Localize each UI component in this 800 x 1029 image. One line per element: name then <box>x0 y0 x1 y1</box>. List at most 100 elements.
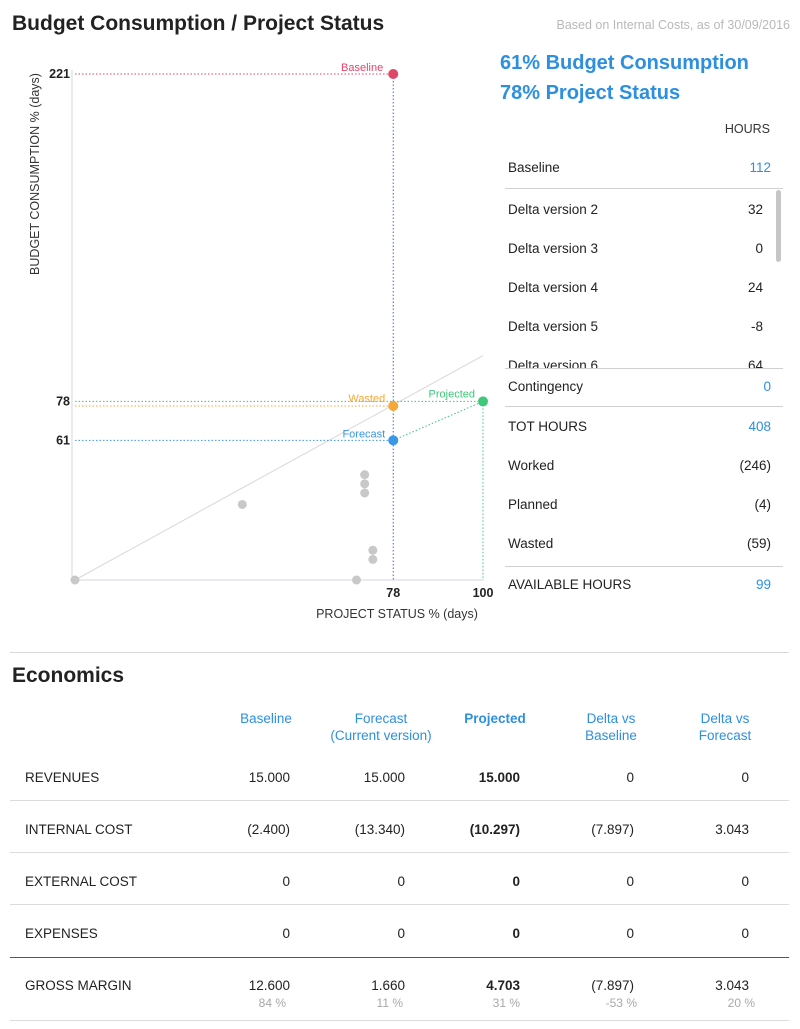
hours-value: 0 <box>763 379 771 394</box>
history-point <box>360 479 370 489</box>
hours-value: (4) <box>754 497 772 512</box>
hours-value: 32 <box>747 202 763 217</box>
economics-cell: 15.000 <box>478 770 520 785</box>
hours-value: 99 <box>755 577 771 592</box>
hours-label: Delta version 3 <box>508 241 599 256</box>
economics-row-label: REVENUES <box>25 770 100 785</box>
economics-cell: 0 <box>626 874 634 889</box>
x-axis-label: PROJECT STATUS % (days) <box>316 607 478 621</box>
hours-label: Contingency <box>508 379 584 394</box>
column-header-line: Baseline <box>585 728 637 743</box>
column-header-line: Forecast <box>698 728 752 743</box>
column-header-line: Delta vs <box>586 711 636 726</box>
divider <box>10 904 789 905</box>
economics-cell: 0 <box>741 926 749 941</box>
hours-value: 24 <box>747 280 763 295</box>
divider <box>505 406 783 407</box>
divider <box>505 566 783 567</box>
economics-cell: (13.340) <box>354 822 405 837</box>
column-header-delta-baseline: Delta vs Baseline <box>566 710 656 744</box>
column-header-line: Forecast <box>354 711 408 726</box>
economics-cell: 4.703 <box>486 978 520 993</box>
column-header-line: Baseline <box>240 711 292 726</box>
divider <box>10 957 789 958</box>
economics-percent: 84 % <box>258 996 286 1010</box>
delta-list-scrollbar[interactable] <box>776 190 781 262</box>
economics-cell: 0 <box>282 874 290 889</box>
hours-value: 0 <box>755 241 763 256</box>
forecast-to-projected-guide <box>393 400 484 441</box>
budget-consumption-headline: 61% Budget Consumption <box>500 52 749 74</box>
economics-cell: 0 <box>397 874 405 889</box>
economics-percent: -53 % <box>605 996 637 1010</box>
column-header-projected: Projected <box>450 710 540 727</box>
y-tick-label: 78 <box>56 394 70 408</box>
column-header-line: Delta vs <box>700 711 750 726</box>
history-point <box>352 575 362 585</box>
economics-cell: 0 <box>741 770 749 785</box>
economics-cell: 0 <box>512 874 520 889</box>
y-tick-label: 221 <box>49 67 70 81</box>
hours-label: Planned <box>508 497 558 512</box>
economics-cell: 0 <box>397 926 405 941</box>
hours-value: 408 <box>748 419 771 434</box>
economics-cell: (2.400) <box>247 822 290 837</box>
column-header-delta-forecast: Delta vs Forecast <box>680 710 770 744</box>
hours-value: -8 <box>750 319 763 334</box>
budget-status-chart: Baseline Wasted Projected Forecast 221 78 61 78… <box>28 62 494 621</box>
hours-label: TOT HOURS <box>508 419 588 434</box>
history-point <box>70 575 80 585</box>
hours-label: Delta version 2 <box>508 202 599 217</box>
column-header-forecast: Forecast (Current version) <box>316 710 446 744</box>
point-label-baseline: Baseline <box>341 62 383 74</box>
economics-row-label: EXTERNAL COST <box>25 874 138 889</box>
divider <box>10 1020 789 1021</box>
economics-cell: 1.660 <box>371 978 405 993</box>
divider <box>10 852 789 853</box>
history-point <box>237 499 247 509</box>
hours-column-header: HOURS <box>724 122 770 136</box>
economics-cell: 3.043 <box>715 822 749 837</box>
history-point <box>368 545 378 555</box>
economics-title: Economics <box>12 664 125 687</box>
x-tick-label: 78 <box>386 586 400 600</box>
economics-percent: 11 % <box>376 996 403 1010</box>
divider <box>505 188 783 189</box>
point-label-forecast: Forecast <box>342 428 385 440</box>
project-status-headline: 78% Project Status <box>500 82 681 104</box>
hours-label: Delta version 4 <box>508 280 599 295</box>
column-header-line: Projected <box>464 711 526 726</box>
economics-cell: (7.897) <box>591 978 634 993</box>
economics-percent: 31 % <box>492 996 520 1010</box>
economics-row-label: EXPENSES <box>25 926 98 941</box>
delta-versions-list[interactable]: Delta version 2 32 Delta version 3 0 Del… <box>505 190 783 368</box>
section-divider <box>10 652 789 653</box>
economics-cell: 3.043 <box>715 978 749 993</box>
page-subtitle: Based on Internal Costs, as of 30/09/201… <box>556 18 791 32</box>
economics-cell: 0 <box>512 926 520 941</box>
hours-value: (246) <box>739 458 771 473</box>
history-point <box>360 488 370 498</box>
divider <box>505 368 783 369</box>
economics-row-label: GROSS MARGIN <box>25 978 132 993</box>
economics-cell: 15.000 <box>248 770 290 785</box>
divider <box>10 800 789 801</box>
economics-row-label: INTERNAL COST <box>25 822 133 837</box>
point-projected <box>478 396 488 407</box>
economics-cell: (10.297) <box>469 822 520 837</box>
hours-label: Delta version 5 <box>508 319 599 334</box>
hours-label: Worked <box>508 458 555 473</box>
hours-value: (59) <box>746 536 771 551</box>
chart-frame <box>71 70 484 581</box>
economics-cell: (7.897) <box>591 822 634 837</box>
economics-percent: 20 % <box>727 996 755 1010</box>
x-tick-label: 100 <box>473 586 494 600</box>
hours-value: 64 <box>747 358 763 368</box>
hours-label: AVAILABLE HOURS <box>508 577 632 592</box>
hours-label: Wasted <box>508 536 554 551</box>
history-point <box>360 470 370 480</box>
reference-line <box>74 355 484 581</box>
hours-value: 112 <box>749 160 771 175</box>
economics-cell: 0 <box>741 874 749 889</box>
point-label-wasted: Wasted <box>348 393 385 405</box>
